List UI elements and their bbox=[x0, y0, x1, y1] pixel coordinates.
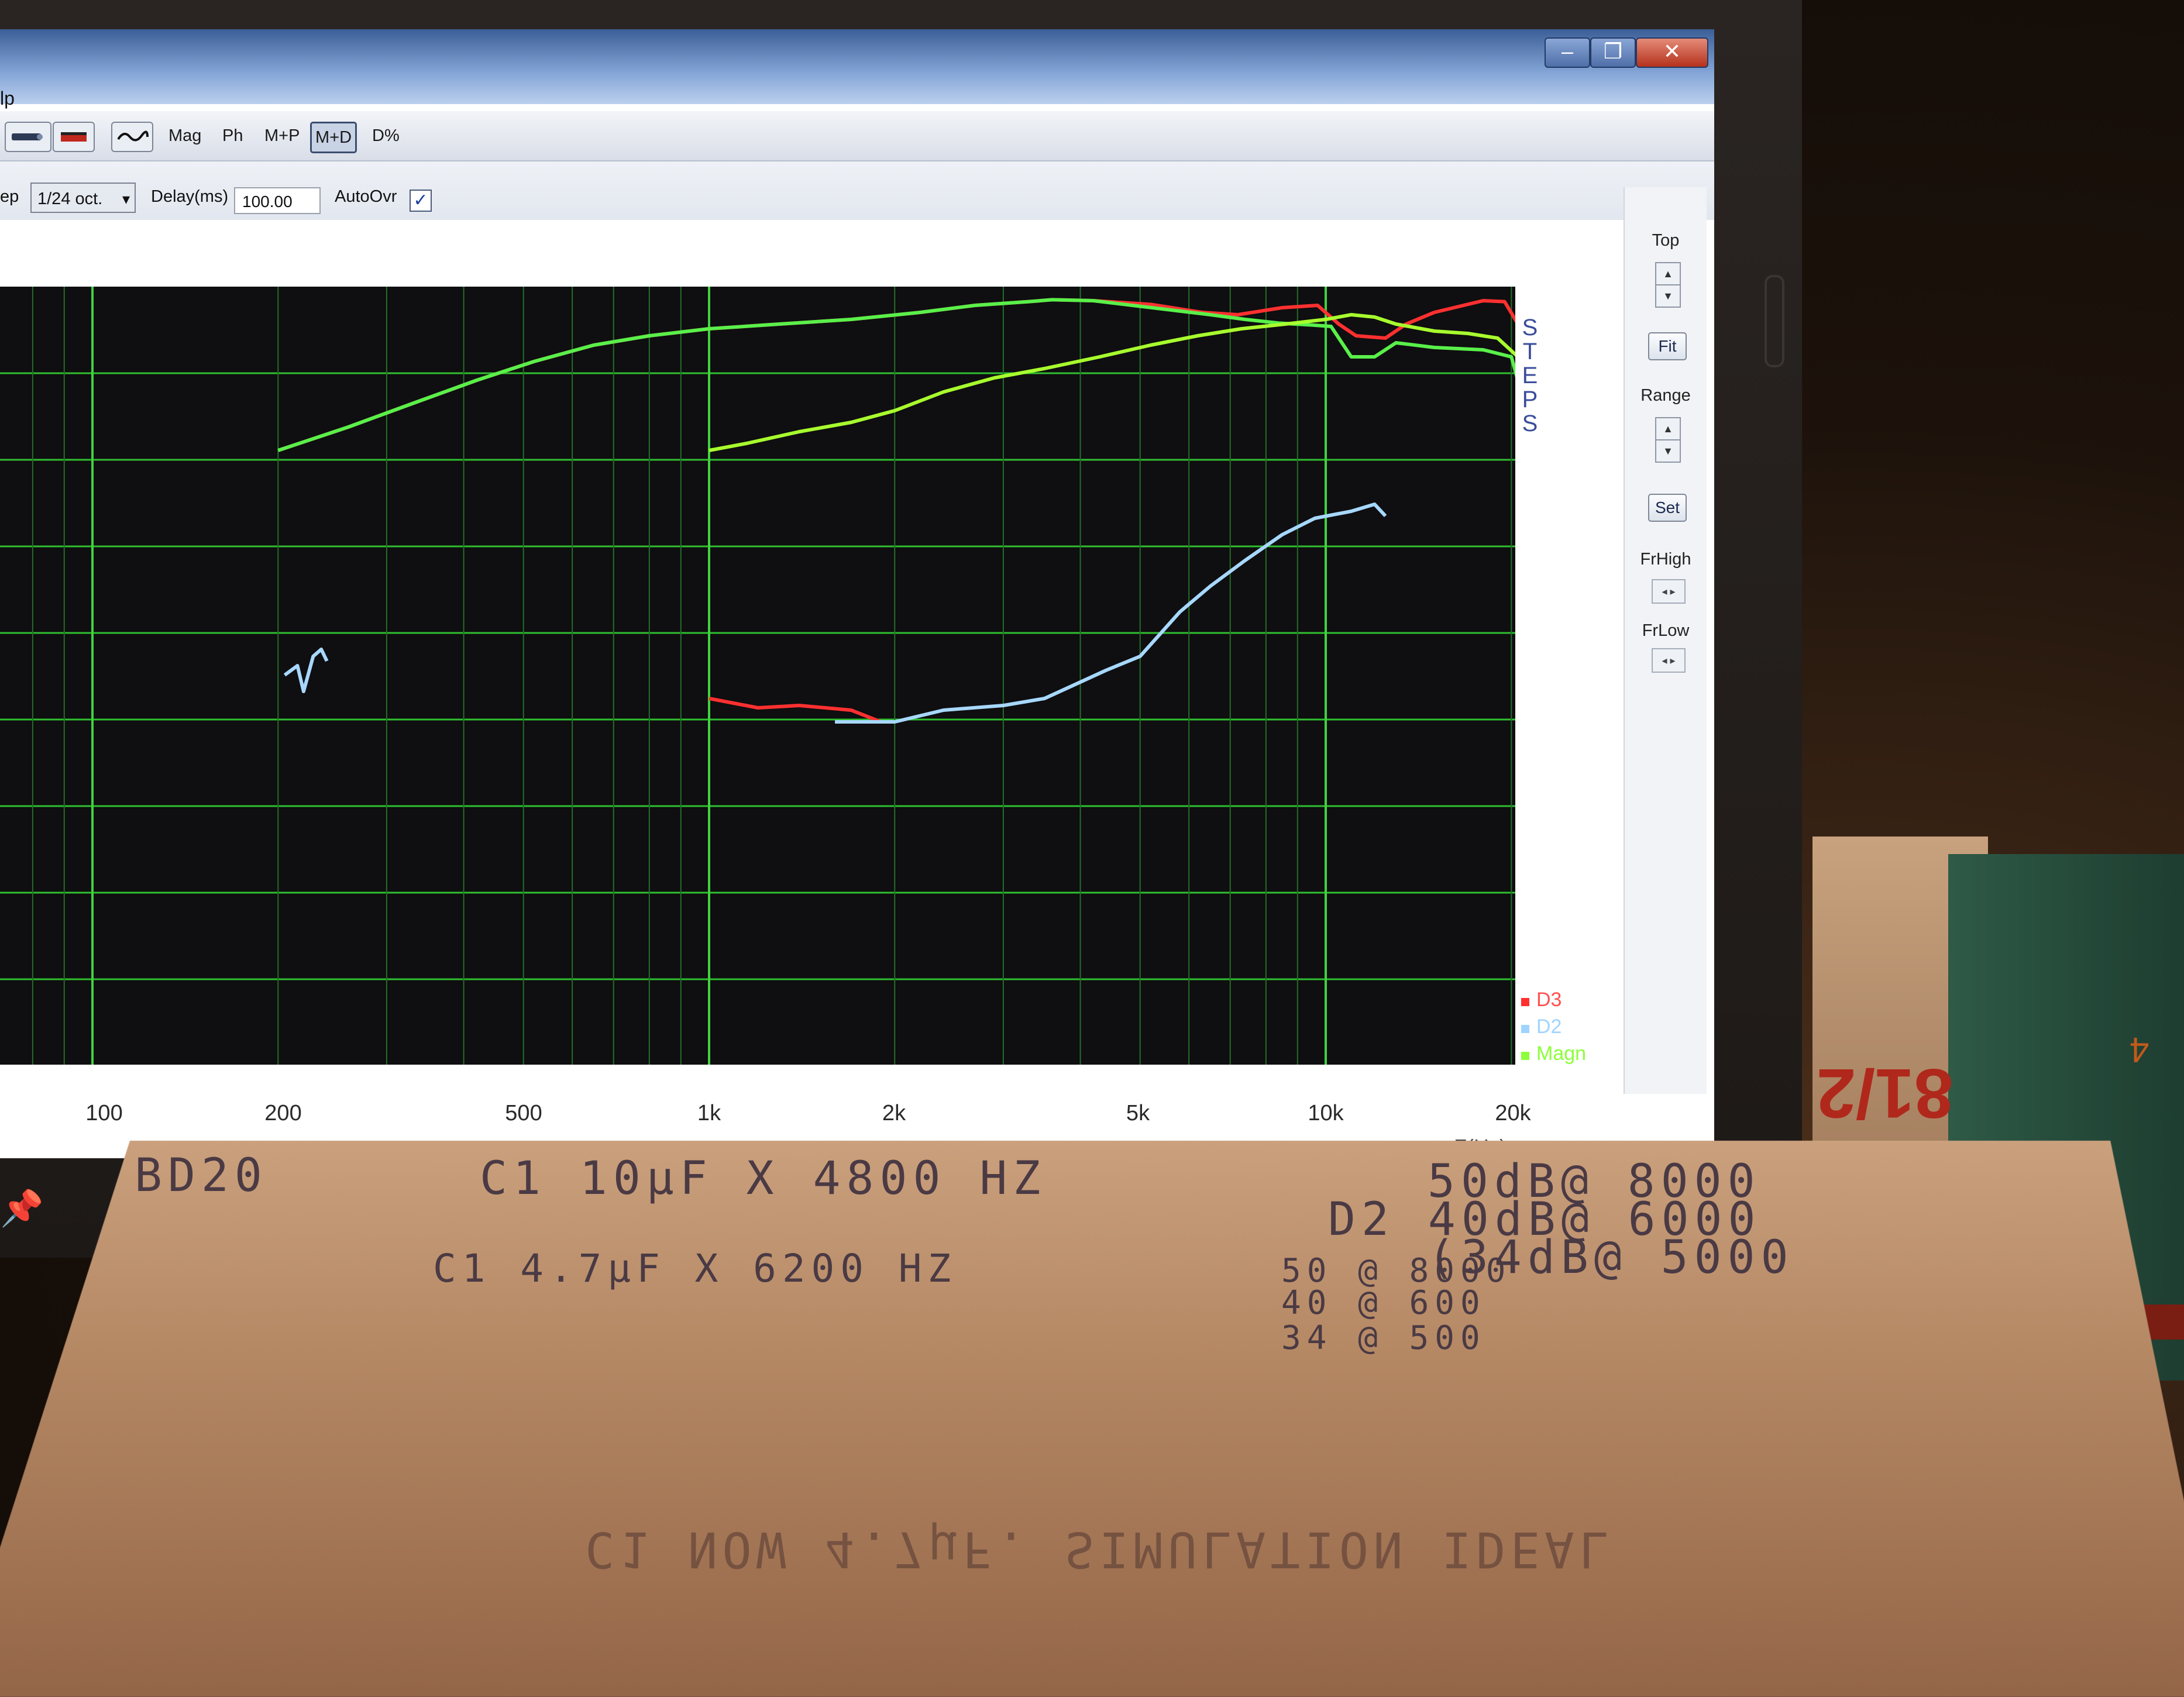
pin-icon[interactable]: 📌 bbox=[0, 1187, 44, 1234]
close-button[interactable]: ✕ bbox=[1636, 37, 1708, 68]
note-line-c1-47uf: C1 4.7μF X 6200 HZ bbox=[433, 1246, 957, 1291]
x-tick-500: 500 bbox=[505, 1101, 542, 1125]
minimize-button[interactable]: – bbox=[1545, 37, 1590, 68]
legend-magn: Magn bbox=[1521, 1042, 1586, 1065]
top-label: Top bbox=[1652, 231, 1680, 250]
frlow-label: FrLow bbox=[1642, 621, 1690, 640]
app-window: lp – ❐ ✕ Mag Ph M+P M+D D% ep 1/24 oct. … bbox=[0, 29, 1714, 1158]
toolbar bbox=[0, 111, 1714, 161]
box-print: 81/2 bbox=[1817, 1054, 1953, 1133]
legend-label: D3 bbox=[1536, 989, 1562, 1011]
frhigh-arrows[interactable]: ◂ ▸ bbox=[1652, 579, 1686, 604]
legend-label: D2 bbox=[1536, 1016, 1562, 1038]
window-title: lp bbox=[0, 88, 15, 109]
note-line-bd20: BD20 bbox=[135, 1149, 268, 1202]
plot-canvas bbox=[0, 287, 1515, 1065]
trace-d2-distortion bbox=[835, 502, 1387, 724]
autoovr-checkbox[interactable]: ✓ bbox=[410, 190, 432, 212]
note-bleed-through-text: C1 NOW 4.7μF. SIMULATION IDEAL bbox=[585, 1521, 1614, 1578]
frequency-response-plot bbox=[0, 287, 1515, 1065]
probe-icon[interactable] bbox=[5, 122, 51, 152]
trace-d3-distortion bbox=[708, 697, 882, 724]
range-down-button[interactable]: ▼ bbox=[1655, 439, 1681, 463]
step-label: ep bbox=[0, 187, 19, 206]
range-up-button[interactable]: ▲ bbox=[1655, 417, 1681, 440]
waveform-icon[interactable] bbox=[111, 122, 153, 152]
mag-distortion-button[interactable]: M+D bbox=[310, 122, 357, 153]
x-tick-5k: 5k bbox=[1126, 1101, 1150, 1125]
delay-input[interactable]: 100.00 bbox=[234, 187, 321, 214]
set-button[interactable]: Set bbox=[1648, 494, 1687, 522]
note-line-c1-10uf: C1 10μF X 4800 HZ bbox=[480, 1152, 1047, 1205]
x-tick-20k: 20k bbox=[1495, 1101, 1531, 1125]
top-down-button[interactable]: ▼ bbox=[1655, 284, 1681, 308]
legend-swatch bbox=[1521, 998, 1529, 1006]
trace-magn-tweeter bbox=[708, 313, 1515, 452]
title-bar bbox=[0, 29, 1714, 104]
x-tick-200: 200 bbox=[264, 1101, 302, 1125]
restore-button[interactable]: ❐ bbox=[1590, 37, 1636, 68]
top-up-button[interactable]: ▲ bbox=[1655, 262, 1681, 285]
mag-button[interactable]: Mag bbox=[165, 122, 205, 150]
legend-d3: D3 bbox=[1521, 989, 1562, 1011]
range-label: Range bbox=[1640, 386, 1691, 405]
legend-swatch bbox=[1521, 1025, 1529, 1033]
autoovr-label: AutoOvr bbox=[335, 187, 397, 206]
mag-phase-button[interactable]: M+P bbox=[261, 122, 303, 150]
note-line-40-600: 40 @ 600 bbox=[1281, 1284, 1486, 1322]
note-line-34-500: 34 @ 500 bbox=[1281, 1319, 1486, 1357]
phase-button[interactable]: Ph bbox=[219, 122, 246, 150]
bezel-slot bbox=[1765, 275, 1784, 367]
side-panel: Top ▲ ▼ Fit Range ▲ ▼ Set FrHigh ◂ ▸ FrL… bbox=[1624, 187, 1707, 1094]
trace-d2-lowfreq bbox=[283, 648, 329, 693]
distortion-percent-button[interactable]: D% bbox=[369, 122, 403, 150]
x-tick-1k: 1k bbox=[697, 1101, 721, 1125]
x-tick-100: 100 bbox=[85, 1101, 123, 1125]
steps-label: STEPS bbox=[1522, 315, 1538, 436]
delay-label: Delay(ms) bbox=[151, 187, 229, 206]
legend-swatch bbox=[1521, 1052, 1529, 1060]
paper-note bbox=[0, 1141, 2184, 1697]
legend-label: Magn bbox=[1536, 1042, 1587, 1065]
legend-d2: D2 bbox=[1521, 1016, 1562, 1038]
x-tick-10k: 10k bbox=[1308, 1101, 1344, 1125]
step-select[interactable]: 1/24 oct. bbox=[30, 183, 136, 214]
x-tick-2k: 2k bbox=[882, 1101, 906, 1125]
generator-icon[interactable] bbox=[53, 122, 95, 152]
fit-button[interactable]: Fit bbox=[1648, 332, 1687, 360]
frlow-arrows[interactable]: ◂ ▸ bbox=[1652, 648, 1686, 673]
box-small-print: 4 bbox=[2130, 1030, 2149, 1069]
frhigh-label: FrHigh bbox=[1640, 550, 1691, 569]
